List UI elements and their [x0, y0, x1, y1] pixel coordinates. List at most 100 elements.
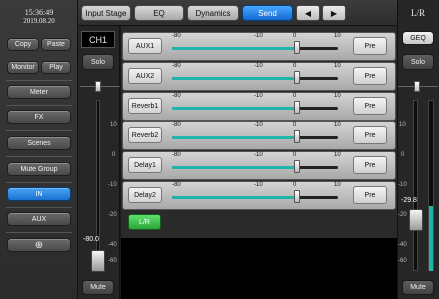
scale-tick: -60: [108, 258, 117, 264]
send-scale-label: 0: [293, 33, 297, 39]
divider: [6, 232, 72, 233]
send-level-knob[interactable]: [294, 130, 300, 143]
output-fader-track: [413, 100, 418, 271]
scale-tick: -40: [398, 242, 407, 248]
pre-button[interactable]: Pre: [353, 186, 387, 204]
scale-tick: -20: [108, 212, 117, 218]
pre-button[interactable]: Pre: [353, 37, 387, 55]
mute-group-button[interactable]: Mute Group: [7, 162, 71, 176]
send-scale-label: -80: [172, 122, 181, 128]
send-name-button[interactable]: Delay2: [128, 187, 162, 203]
tab-input-stage[interactable]: Input Stage: [81, 5, 131, 21]
scale-tick: -10: [108, 182, 117, 188]
next-arrow-icon: ▶: [330, 8, 338, 18]
divider: [6, 156, 72, 157]
prev-arrow-icon: ◀: [304, 8, 312, 18]
send-level-fill: [172, 166, 297, 169]
scale-tick: 0: [112, 152, 116, 158]
scenes-button[interactable]: Scenes: [7, 136, 71, 150]
pan-knob[interactable]: [95, 81, 101, 92]
send-scale-label: 0: [293, 182, 297, 188]
empty-area: [121, 238, 397, 299]
output-fader-knob[interactable]: [409, 209, 423, 231]
pre-button[interactable]: Pre: [353, 97, 387, 115]
output-solo-button[interactable]: Solo: [402, 54, 434, 70]
send-scale-label: 0: [293, 122, 297, 128]
output-name: L/R: [410, 8, 425, 18]
send-scale-label: -10: [254, 122, 263, 128]
meter-button[interactable]: Meter: [7, 85, 71, 99]
send-scale-label: 0: [293, 93, 297, 99]
send-scale-label: -10: [254, 182, 263, 188]
channel-fader-knob[interactable]: [91, 250, 105, 272]
send-scale-label: -10: [254, 33, 263, 39]
fx-button[interactable]: FX: [7, 110, 71, 124]
in-button[interactable]: IN: [7, 187, 71, 201]
send-scale-label: -10: [254, 152, 263, 158]
output-mute-button[interactable]: Mute: [402, 280, 434, 295]
copy-button[interactable]: Copy: [7, 38, 39, 51]
send-name-button[interactable]: Reverb1: [128, 98, 162, 114]
send-name-button[interactable]: Delay1: [128, 157, 162, 173]
prev-channel-button[interactable]: ◀: [296, 5, 320, 21]
send-name-button[interactable]: Reverb2: [128, 127, 162, 143]
scale-tick: -40: [108, 242, 117, 248]
scale-tick: -60: [398, 258, 407, 264]
send-scale-label: 10: [334, 122, 341, 128]
balance-knob[interactable]: [414, 81, 420, 92]
channel-mute-button[interactable]: Mute: [82, 280, 114, 295]
send-scale-label: -10: [254, 93, 263, 99]
send-scale-label: -80: [172, 152, 181, 158]
output-meter-level: [429, 206, 433, 271]
clock-time: 15:36:49: [24, 8, 54, 17]
send-name-button[interactable]: AUX2: [128, 68, 162, 84]
geq-button[interactable]: GEQ: [402, 31, 434, 45]
send-level-knob[interactable]: [294, 71, 300, 84]
send-name-button[interactable]: AUX1: [128, 38, 162, 54]
tab-dynamics[interactable]: Dynamics: [187, 5, 239, 21]
scale-tick: 10: [399, 122, 406, 128]
send-scale-label: -80: [172, 182, 181, 188]
scale-tick: 10: [110, 122, 117, 128]
pre-button[interactable]: Pre: [353, 126, 387, 144]
channel-solo-button[interactable]: Solo: [82, 54, 114, 70]
send-scale-label: -80: [172, 63, 181, 69]
scale-tick: 0: [401, 152, 405, 158]
send-scale-label: 10: [334, 63, 341, 69]
paste-button[interactable]: Paste: [41, 38, 71, 51]
divider: [6, 207, 72, 208]
divider: [6, 182, 72, 183]
pre-button[interactable]: Pre: [353, 156, 387, 174]
send-level-knob[interactable]: [294, 101, 300, 114]
play-button[interactable]: Play: [41, 61, 71, 74]
send-scale-label: 10: [334, 152, 341, 158]
target-button[interactable]: ⊕: [7, 238, 71, 252]
divider: [6, 130, 72, 131]
target-icon: ⊕: [34, 239, 44, 251]
lr-assign-button[interactable]: L/R: [128, 214, 161, 230]
send-level-fill: [172, 107, 297, 110]
clock-date: 2019.08.20: [23, 17, 55, 25]
divider: [6, 80, 72, 81]
send-level-knob[interactable]: [294, 190, 300, 203]
channel-name: CH1: [81, 31, 115, 48]
scale-tick: -20: [398, 212, 407, 218]
send-level-fill: [172, 196, 297, 199]
pre-button[interactable]: Pre: [353, 67, 387, 85]
send-scale-label: 10: [334, 182, 341, 188]
divider: [6, 105, 72, 106]
send-scale-label: 10: [334, 93, 341, 99]
tab-eq[interactable]: EQ: [134, 5, 184, 21]
send-level-fill: [172, 47, 297, 50]
send-scale-label: 0: [293, 63, 297, 69]
sidebar: 15:36:49 2019.08.20 Copy Paste Monitor P…: [0, 0, 78, 299]
aux-button[interactable]: AUX: [7, 212, 71, 226]
send-scale-label: 10: [334, 33, 341, 39]
monitor-button[interactable]: Monitor: [7, 61, 39, 74]
next-channel-button[interactable]: ▶: [322, 5, 346, 21]
send-scale-label: -10: [254, 63, 263, 69]
send-level-knob[interactable]: [294, 160, 300, 173]
send-level-knob[interactable]: [294, 41, 300, 54]
output-fader-value: -29.8: [401, 197, 417, 204]
tab-send[interactable]: Send: [242, 5, 293, 21]
